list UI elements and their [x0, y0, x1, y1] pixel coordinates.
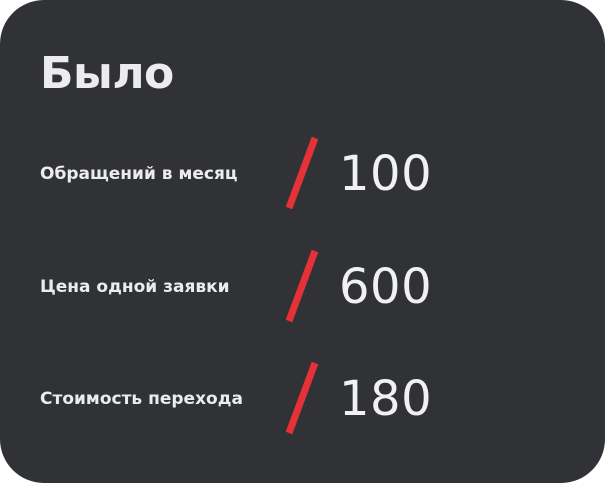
stats-card: Было Обращений в месяц 100 Цена одной за… [0, 0, 605, 483]
slash-divider [285, 361, 319, 435]
stat-value: 180 [339, 371, 433, 427]
slash-divider [285, 249, 319, 323]
stat-value: 600 [339, 259, 433, 315]
stat-row-lead-price: Цена одной заявки 600 [0, 249, 605, 329]
stat-label: Цена одной заявки [40, 277, 230, 297]
stat-label: Стоимость перехода [40, 389, 243, 409]
stat-row-requests: Обращений в месяц 100 [0, 136, 605, 216]
slash-divider [285, 136, 319, 210]
stat-row-click-cost: Стоимость перехода 180 [0, 361, 605, 441]
card-title: Было [40, 48, 174, 99]
stat-label: Обращений в месяц [40, 164, 238, 184]
stat-value: 100 [339, 146, 433, 202]
